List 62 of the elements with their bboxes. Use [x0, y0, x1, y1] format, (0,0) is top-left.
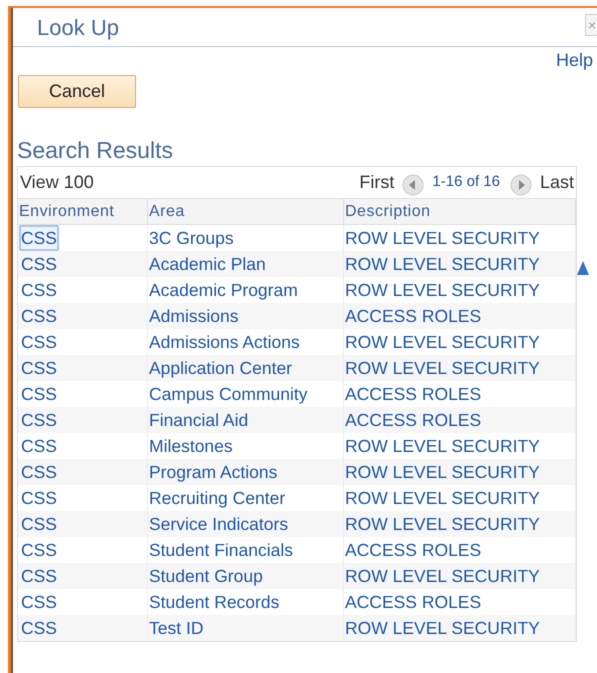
result-link[interactable]: CSS	[19, 381, 59, 407]
result-link[interactable]: Application Center	[149, 357, 292, 379]
result-link[interactable]: CSS	[19, 251, 59, 277]
result-link[interactable]: ACCESS ROLES	[345, 591, 482, 613]
result-link[interactable]: Student Group	[149, 565, 263, 587]
view-all-link[interactable]: View 100	[20, 169, 94, 196]
result-link[interactable]: ACCESS ROLES	[345, 305, 482, 327]
result-link[interactable]: ROW LEVEL SECURITY	[345, 435, 540, 457]
cancel-button[interactable]: Cancel	[18, 75, 136, 108]
result-link[interactable]: CSS	[19, 433, 59, 459]
result-link[interactable]: 3C Groups	[149, 227, 234, 249]
result-link[interactable]: CSS	[19, 225, 59, 251]
result-link[interactable]: Academic Program	[149, 279, 298, 301]
result-link[interactable]: ROW LEVEL SECURITY	[345, 513, 540, 535]
result-link[interactable]: Student Financials	[149, 539, 293, 561]
result-link[interactable]: CSS	[19, 407, 59, 433]
result-link[interactable]: CSS	[19, 329, 59, 355]
result-link[interactable]: CSS	[19, 537, 59, 563]
column-header[interactable]: Environment	[18, 199, 148, 224]
result-link[interactable]: Financial Aid	[149, 409, 248, 431]
next-icon[interactable]	[510, 174, 532, 196]
result-link[interactable]: CSS	[19, 459, 59, 485]
result-link[interactable]: ROW LEVEL SECURITY	[345, 565, 540, 587]
result-link[interactable]: ROW LEVEL SECURITY	[345, 331, 540, 353]
result-link[interactable]: Campus Community	[149, 383, 308, 405]
result-link[interactable]: Admissions	[149, 305, 238, 327]
result-link[interactable]: ACCESS ROLES	[345, 539, 482, 561]
window-title: Look Up	[37, 14, 119, 42]
result-link[interactable]: CSS	[19, 563, 59, 589]
previous-icon[interactable]	[402, 174, 424, 196]
result-link[interactable]: Recruiting Center	[149, 487, 286, 509]
result-link[interactable]: Test ID	[149, 617, 204, 639]
result-link[interactable]: ROW LEVEL SECURITY	[345, 617, 540, 639]
help-link[interactable]: Help	[556, 49, 593, 71]
column-header[interactable]: Description	[344, 199, 576, 224]
result-link[interactable]: ROW LEVEL SECURITY	[345, 461, 540, 483]
result-link[interactable]: ROW LEVEL SECURITY	[345, 487, 540, 509]
result-link[interactable]: ROW LEVEL SECURITY	[345, 357, 540, 379]
result-link[interactable]: Service Indicators	[149, 513, 288, 535]
result-link[interactable]: CSS	[19, 277, 59, 303]
result-link[interactable]: ROW LEVEL SECURITY	[345, 227, 540, 249]
result-link[interactable]: ROW LEVEL SECURITY	[345, 279, 540, 301]
result-link[interactable]: CSS	[19, 303, 59, 329]
result-link[interactable]: CSS	[19, 511, 59, 537]
result-link[interactable]: CSS	[19, 589, 59, 615]
section-title: Search Results	[17, 136, 174, 164]
first-label: First	[359, 171, 394, 194]
result-link[interactable]: CSS	[19, 615, 59, 641]
result-link[interactable]: ACCESS ROLES	[345, 409, 482, 431]
result-link[interactable]: Milestones	[149, 435, 233, 457]
result-link[interactable]: Program Actions	[149, 461, 278, 483]
result-link[interactable]: CSS	[19, 485, 59, 511]
result-link[interactable]: CSS	[19, 355, 59, 381]
last-label: Last	[540, 171, 574, 194]
result-link[interactable]: ACCESS ROLES	[345, 383, 482, 405]
result-link[interactable]: Student Records	[149, 591, 280, 613]
triangle-icon	[577, 261, 589, 275]
result-link[interactable]: Academic Plan	[149, 253, 266, 275]
column-header[interactable]: Area	[148, 199, 344, 224]
page-range: 1-16 of 16	[432, 172, 500, 192]
result-link[interactable]: ROW LEVEL SECURITY	[345, 253, 540, 275]
result-link[interactable]: Admissions Actions	[149, 331, 300, 353]
